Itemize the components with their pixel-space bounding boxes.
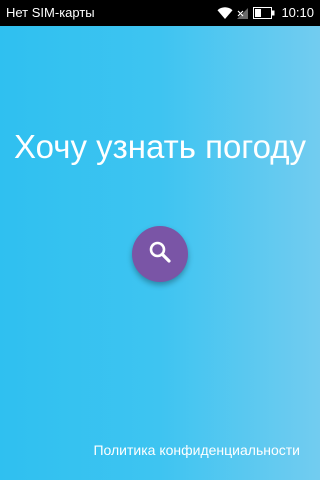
signal-icon: [237, 6, 249, 20]
status-bar: Нет SIM-карты 10:10: [0, 0, 320, 26]
search-icon: [147, 239, 173, 270]
status-icons: 10:10: [217, 4, 314, 22]
privacy-policy-link[interactable]: Политика конфиденциальности: [93, 441, 300, 459]
wifi-icon: [217, 6, 233, 20]
clock: 10:10: [281, 5, 314, 20]
carrier-label: Нет SIM-карты: [6, 5, 95, 20]
battery-icon: [253, 6, 275, 20]
page-title: Хочу узнать погоду: [13, 128, 306, 165]
phone-screen: Нет SIM-карты 10:10 Хочу узнать погоду П…: [0, 0, 320, 480]
search-button[interactable]: [132, 226, 188, 282]
weather-app-screen: Хочу узнать погоду Политика конфиденциал…: [0, 26, 320, 480]
